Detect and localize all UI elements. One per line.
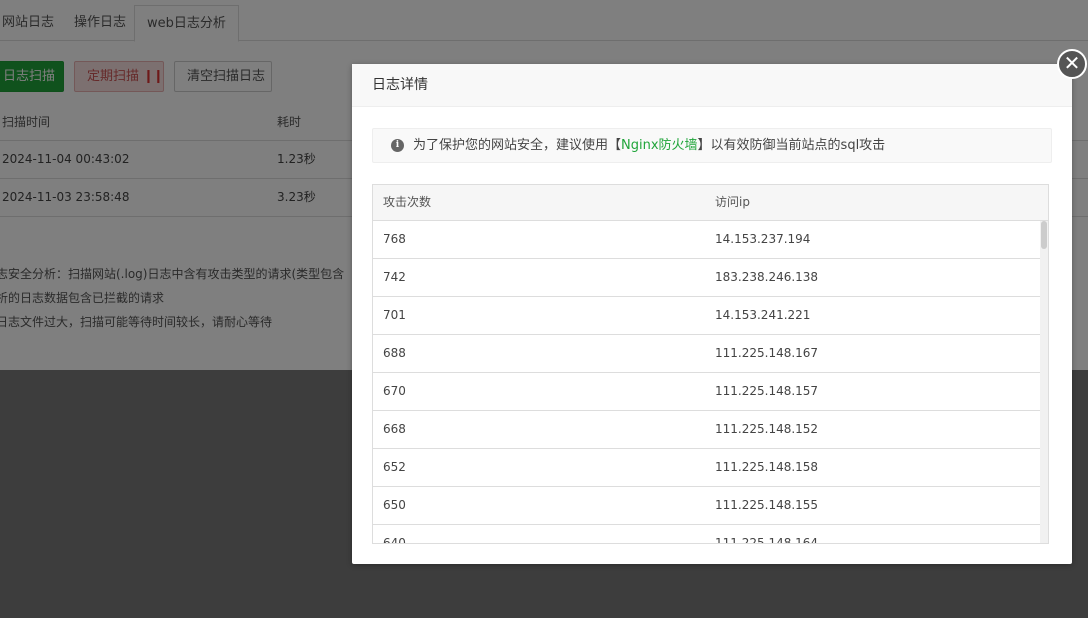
attack-count-cell: 640 [383,536,406,544]
attack-count-cell: 688 [383,346,406,360]
security-tip: i 为了保护您的网站安全，建议使用【Nginx防火墙】以有效防御当前站点的sql… [372,128,1052,163]
table-row: 768 14.153.237.194 [373,221,1041,259]
log-detail-modal: 日志详情 i 为了保护您的网站安全，建议使用【Nginx防火墙】以有效防御当前站… [352,64,1072,564]
ip-cell: 14.153.237.194 [715,232,811,246]
attack-count-cell: 652 [383,460,406,474]
attack-count-cell: 668 [383,422,406,436]
ip-cell: 111.225.148.155 [715,498,819,512]
table-row: 650 111.225.148.155 [373,487,1041,525]
info-icon: i [391,139,404,152]
table-row: 688 111.225.148.167 [373,335,1041,373]
ip-cell: 111.225.148.164 [715,536,819,544]
table-row: 640 111.225.148.164 [373,525,1041,544]
tip-suffix: 】以有效防御当前站点的sql攻击 [697,138,886,153]
attack-count-cell: 670 [383,384,406,398]
header-attack-count: 攻击次数 [383,195,432,209]
header-visit-ip: 访问ip [715,195,750,209]
ip-cell: 14.153.241.221 [715,308,811,322]
attack-count-cell: 768 [383,232,406,246]
close-icon[interactable]: ✕ [1057,49,1087,79]
table-row: 670 111.225.148.157 [373,373,1041,411]
ip-cell: 183.238.246.138 [715,270,819,284]
attack-count-cell: 742 [383,270,406,284]
ip-cell: 111.225.148.152 [715,422,819,436]
table-header: 攻击次数 访问ip [373,185,1048,221]
ip-cell: 111.225.148.157 [715,384,819,398]
attack-count-cell: 701 [383,308,406,322]
table-row: 668 111.225.148.152 [373,411,1041,449]
table-row: 701 14.153.241.221 [373,297,1041,335]
tip-prefix: 为了保护您的网站安全，建议使用【 [413,138,622,153]
table-row: 652 111.225.148.158 [373,449,1041,487]
attack-count-cell: 650 [383,498,406,512]
ip-cell: 111.225.148.167 [715,346,819,360]
table-row: 742 183.238.246.138 [373,259,1041,297]
scrollbar-thumb[interactable] [1041,221,1047,249]
attack-ip-table: 攻击次数 访问ip 768 14.153.237.194 742 183.238… [372,184,1049,544]
nginx-firewall-link[interactable]: Nginx防火墙 [621,138,698,153]
modal-title: 日志详情 [352,64,1072,107]
table-scrollbar[interactable] [1040,221,1048,543]
ip-cell: 111.225.148.158 [715,460,819,474]
